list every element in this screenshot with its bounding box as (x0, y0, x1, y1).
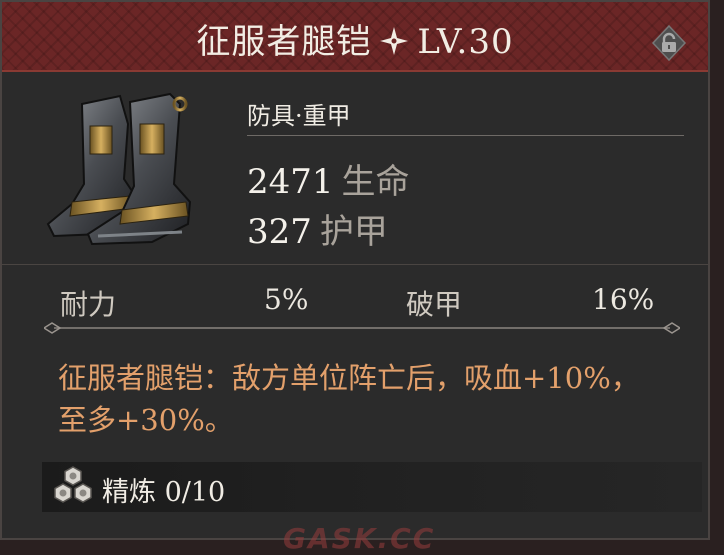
attr-value-stamina: 5% (264, 283, 309, 316)
item-name: 征服者腿铠 (196, 22, 372, 62)
attr-label-armor-pierce: 破甲 (406, 288, 463, 321)
armored-boots-icon (46, 92, 192, 246)
stat-label: 护甲 (319, 212, 388, 252)
stat-value: 327 (247, 212, 312, 252)
refine-hexagons-icon (54, 466, 92, 503)
stat-value: 2471 (247, 162, 334, 202)
stat-health: 2471 生命 (247, 154, 410, 203)
item-type: 防具·重甲 (247, 102, 351, 130)
ornamental-divider (44, 322, 680, 334)
attr-label-stamina: 耐力 (60, 288, 117, 321)
item-title: 征服者腿铠 LV.30 (2, 14, 708, 63)
background-edge-right (710, 0, 724, 555)
refine-status: 精炼 0/10 (102, 470, 225, 509)
item-description: 征服者腿铠：敌方单位阵亡后，吸血+10%，至多+30%。 (58, 361, 640, 437)
four-point-star-icon (380, 27, 409, 55)
item-header: 征服者腿铠 LV.30 (2, 2, 708, 72)
attr-value-armor-pierce: 16% (592, 283, 655, 316)
padlock-icon[interactable] (650, 24, 688, 62)
refine-label: 精炼 (102, 477, 156, 508)
section-divider (2, 264, 708, 265)
divider (247, 135, 684, 136)
item-level: LV.30 (417, 22, 514, 62)
watermark: GASK.CC (283, 522, 436, 555)
refine-value: 0/10 (164, 477, 226, 508)
stat-label: 生命 (341, 162, 410, 202)
stat-armor: 327 护甲 (247, 204, 388, 253)
item-tooltip-panel: 征服者腿铠 LV.30 防具·重甲 2471 生命 327 护甲 耐力 5% 破… (0, 0, 710, 540)
